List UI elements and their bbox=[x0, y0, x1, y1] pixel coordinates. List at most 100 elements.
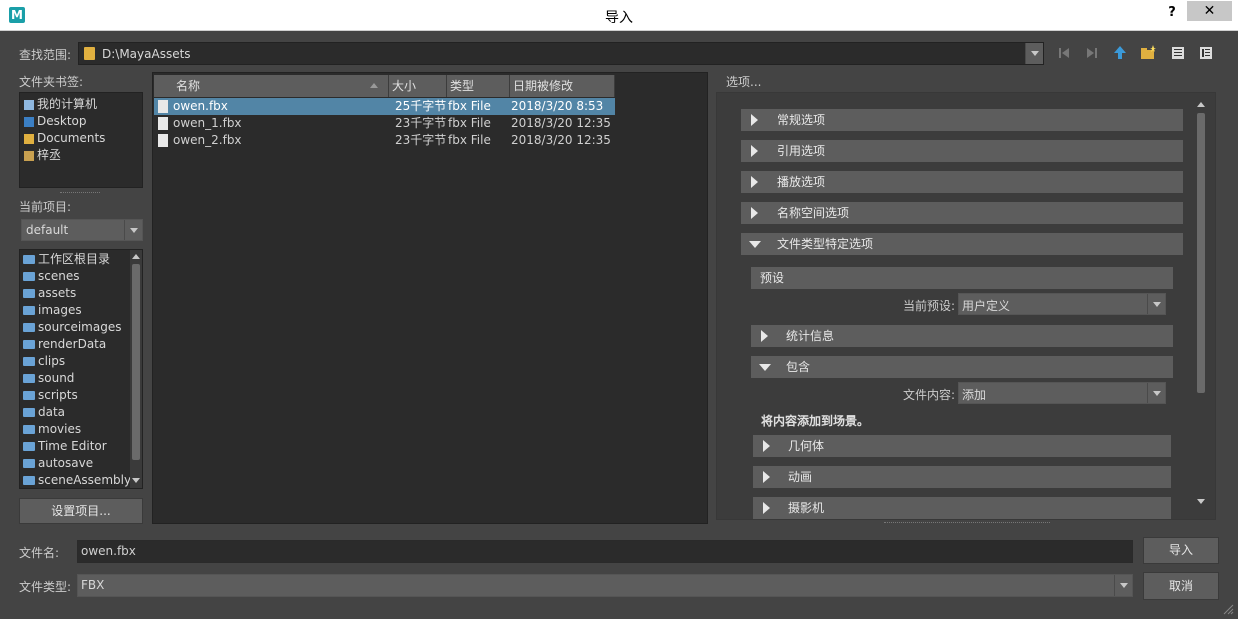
column-header-size[interactable]: 大小 bbox=[389, 75, 447, 97]
cancel-button[interactable]: 取消 bbox=[1143, 572, 1219, 600]
splitter-grip[interactable] bbox=[884, 522, 1050, 524]
project-folder[interactable]: sound bbox=[23, 370, 74, 387]
folder-icon bbox=[23, 459, 35, 468]
computer-icon bbox=[24, 99, 34, 110]
section-statistics[interactable]: 统计信息 bbox=[751, 325, 1173, 347]
chevron-down-icon[interactable] bbox=[1114, 575, 1132, 596]
folder-icon bbox=[23, 323, 35, 332]
parent-folder-icon[interactable] bbox=[1112, 45, 1128, 61]
chevron-down-icon[interactable] bbox=[124, 220, 142, 240]
scroll-down-icon[interactable] bbox=[132, 478, 140, 483]
chevron-down-icon[interactable] bbox=[1147, 383, 1165, 403]
folder-icon bbox=[23, 425, 35, 434]
lookin-label: 查找范围: bbox=[19, 48, 72, 62]
column-header-name[interactable]: 名称 bbox=[154, 75, 389, 97]
list-view-icon[interactable] bbox=[1170, 45, 1186, 61]
folder-icon bbox=[23, 442, 35, 451]
project-folder[interactable]: movies bbox=[23, 421, 81, 438]
import-button[interactable]: 导入 bbox=[1143, 537, 1219, 564]
chevron-down-icon[interactable] bbox=[1147, 294, 1165, 314]
collapse-icon bbox=[749, 241, 761, 248]
project-folder[interactable]: autosave bbox=[23, 455, 93, 472]
filename-label: 文件名: bbox=[19, 546, 60, 560]
bookmark-my-computer[interactable]: 我的计算机 bbox=[24, 96, 97, 113]
folder-icon bbox=[23, 374, 35, 383]
project-value: default bbox=[26, 223, 69, 237]
bookmarks-label: 文件夹书签: bbox=[19, 75, 84, 89]
set-project-button[interactable]: 设置项目... bbox=[19, 498, 143, 524]
section-animation[interactable]: 动画 bbox=[753, 466, 1171, 488]
scroll-up-icon[interactable] bbox=[132, 254, 140, 259]
section-reference-options[interactable]: 引用选项 bbox=[741, 140, 1183, 162]
project-folder[interactable]: data bbox=[23, 404, 65, 421]
section-include[interactable]: 包含 bbox=[751, 356, 1173, 378]
detail-view-icon[interactable] bbox=[1198, 45, 1214, 61]
file-list: 名称 大小 类型 日期被修改 owen.fbx 25千字节 fbx File 2… bbox=[152, 72, 708, 524]
scroll-up-icon[interactable] bbox=[1197, 102, 1205, 107]
lookin-combo[interactable]: D:\MayaAssets bbox=[78, 42, 1044, 65]
file-icon bbox=[158, 117, 168, 130]
folder-icon bbox=[23, 272, 35, 281]
section-presets[interactable]: 预设 bbox=[751, 267, 1173, 289]
filename-input[interactable]: owen.fbx bbox=[77, 540, 1133, 563]
project-folder[interactable]: sourceimages bbox=[23, 319, 121, 336]
project-tree-scrollbar[interactable] bbox=[130, 250, 142, 488]
section-geometry[interactable]: 几何体 bbox=[753, 435, 1171, 457]
section-playback-options[interactable]: 播放选项 bbox=[741, 171, 1183, 193]
scroll-thumb[interactable] bbox=[132, 264, 140, 460]
folder-icon bbox=[23, 408, 35, 417]
project-combo[interactable]: default bbox=[21, 219, 143, 241]
file-content-combo[interactable]: 添加 bbox=[958, 382, 1166, 404]
file-content-label: 文件内容: bbox=[903, 388, 956, 402]
project-folder[interactable]: Time Editor bbox=[23, 438, 107, 455]
folder-icon bbox=[23, 306, 35, 315]
project-folder[interactable]: images bbox=[23, 302, 82, 319]
project-label: 当前项目: bbox=[19, 200, 72, 214]
documents-icon bbox=[24, 133, 34, 144]
file-row[interactable]: owen_1.fbx 23千字节 fbx File 2018/3/20 12:3… bbox=[154, 115, 615, 132]
file-icon bbox=[158, 100, 168, 113]
column-header-type[interactable]: 类型 bbox=[447, 75, 510, 97]
bookmark-desktop[interactable]: Desktop bbox=[24, 113, 87, 130]
options-panel: 常规选项 引用选项 播放选项 名称空间选项 文件类型特定选项 预设 当前预设: … bbox=[716, 92, 1216, 520]
project-folder[interactable]: scenes bbox=[23, 268, 79, 285]
scroll-down-icon[interactable] bbox=[1197, 499, 1205, 504]
bookmark-documents[interactable]: Documents bbox=[24, 130, 105, 147]
close-button[interactable]: ✕ bbox=[1187, 1, 1232, 21]
bookmark-user[interactable]: 梓丞 bbox=[24, 147, 61, 164]
filetype-combo[interactable]: FBX bbox=[77, 574, 1133, 597]
expand-icon bbox=[751, 114, 758, 126]
expand-icon bbox=[763, 471, 770, 483]
current-preset-combo[interactable]: 用户定义 bbox=[958, 293, 1166, 315]
folder-icon bbox=[23, 357, 35, 366]
window-title: 导入 bbox=[605, 10, 633, 26]
forward-icon[interactable] bbox=[1084, 45, 1100, 61]
splitter-grip[interactable] bbox=[60, 192, 100, 194]
section-namespace-options[interactable]: 名称空间选项 bbox=[741, 202, 1183, 224]
project-folder[interactable]: scripts bbox=[23, 387, 78, 404]
new-folder-icon[interactable] bbox=[1140, 45, 1156, 61]
project-folder-tree: 工作区根目录 scenes assets images sourceimages… bbox=[19, 249, 143, 489]
section-cameras[interactable]: 摄影机 bbox=[753, 497, 1171, 519]
project-folder[interactable]: renderData bbox=[23, 336, 106, 353]
file-icon bbox=[158, 134, 168, 147]
options-scrollbar[interactable] bbox=[1195, 99, 1207, 509]
section-file-type-options[interactable]: 文件类型特定选项 bbox=[741, 233, 1183, 255]
help-button[interactable]: ? bbox=[1165, 4, 1179, 24]
project-folder[interactable]: clips bbox=[23, 353, 65, 370]
chevron-down-icon[interactable] bbox=[1025, 43, 1043, 64]
scroll-thumb[interactable] bbox=[1197, 113, 1205, 393]
expand-icon bbox=[751, 176, 758, 188]
project-folder[interactable]: assets bbox=[23, 285, 76, 302]
file-row[interactable]: owen.fbx 25千字节 fbx File 2018/3/20 8:53 bbox=[154, 98, 615, 115]
column-header-date[interactable]: 日期被修改 bbox=[510, 75, 615, 97]
project-folder[interactable]: 工作区根目录 bbox=[23, 251, 110, 268]
file-row[interactable]: owen_2.fbx 23千字节 fbx File 2018/3/20 12:3… bbox=[154, 132, 615, 149]
back-icon[interactable] bbox=[1056, 45, 1072, 61]
resize-grip-icon[interactable] bbox=[1222, 603, 1234, 615]
section-general-options[interactable]: 常规选项 bbox=[741, 109, 1183, 131]
project-folder[interactable]: sceneAssembly bbox=[23, 472, 131, 488]
user-folder-icon bbox=[24, 150, 34, 161]
include-description: 将内容添加到场景。 bbox=[761, 414, 870, 428]
expand-icon bbox=[763, 502, 770, 514]
